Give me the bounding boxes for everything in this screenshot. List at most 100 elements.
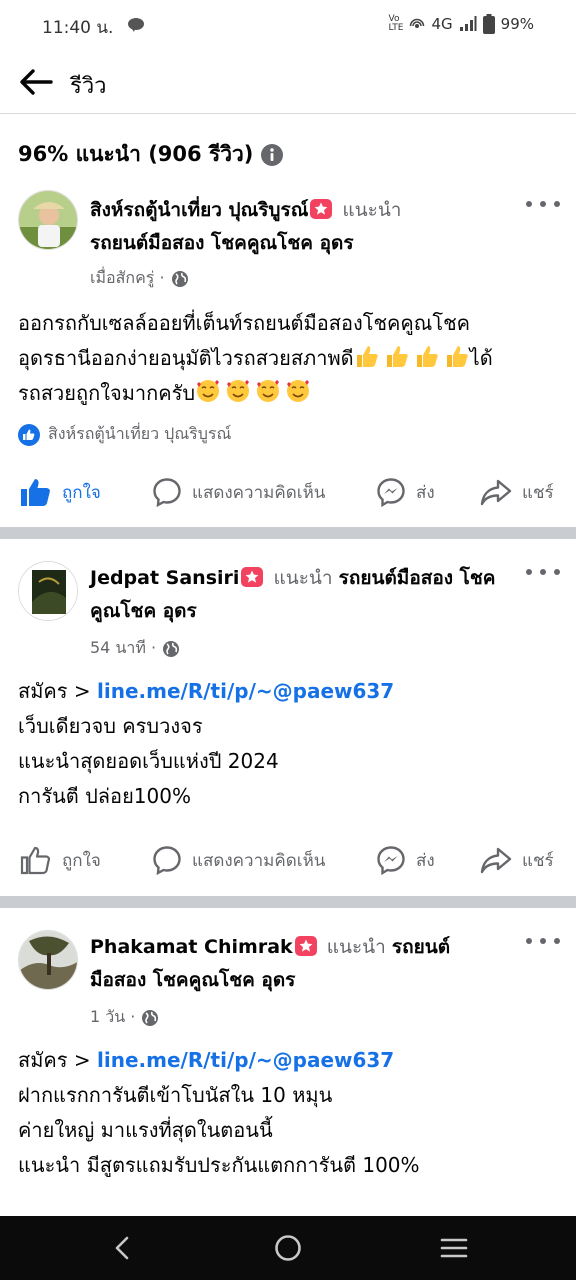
review-summary: 96% แนะนำ (906 รีวิว) bbox=[18, 138, 284, 171]
author-name[interactable]: สิงห์รถตู้นำเที่ยว ปุณริบูรณ์ bbox=[90, 199, 308, 221]
post-time[interactable]: เมื่อสักครู่ · bbox=[90, 266, 165, 291]
comment-button[interactable]: แสดงความคิดเห็น bbox=[152, 838, 325, 882]
recommends-label: แนะนำ bbox=[326, 936, 386, 958]
post-meta: 1 วัน · bbox=[90, 1005, 159, 1030]
volte-icon: Vo LTE bbox=[388, 14, 404, 33]
dot bbox=[554, 569, 560, 575]
network-type: 4G bbox=[431, 15, 453, 33]
page-name[interactable]: รถยนต์มือสอง โชคคูณโชค อุดร bbox=[90, 232, 354, 254]
body-line: แนะนำสุดยอดเว็บแห่งปี 2024 bbox=[18, 749, 279, 773]
author-name[interactable]: Jedpat Sansiri bbox=[90, 567, 239, 589]
send-button[interactable]: ส่ง bbox=[376, 838, 435, 882]
like-button[interactable]: ถูกใจ bbox=[20, 838, 101, 882]
like-reaction-icon bbox=[18, 423, 40, 446]
dot bbox=[554, 201, 560, 207]
body-line: ค่ายใหญ่ มาแรงที่สุดในตอนนี้ bbox=[18, 1118, 273, 1142]
nav-home-button[interactable] bbox=[272, 1232, 304, 1264]
post-separator bbox=[0, 527, 576, 539]
avatar[interactable] bbox=[18, 561, 78, 621]
body-line: การันตี ปล่อย100% bbox=[18, 784, 191, 808]
dot bbox=[526, 201, 532, 207]
page-title: รีวิว bbox=[70, 74, 107, 99]
globe-icon bbox=[171, 270, 188, 287]
comment-label: แสดงความคิดเห็น bbox=[192, 482, 326, 503]
like-button[interactable]: ถูกใจ bbox=[20, 470, 101, 514]
nav-back-button[interactable] bbox=[106, 1232, 138, 1264]
arrow-left-icon bbox=[20, 69, 53, 95]
page-name[interactable]: มือสอง โชคคูณโชค อุดร bbox=[90, 969, 295, 991]
recents-lines-icon bbox=[440, 1238, 468, 1258]
system-nav-bar bbox=[0, 1216, 576, 1280]
liked-by[interactable]: สิงห์รถตู้นำเที่ยว ปุณริบูรณ์ bbox=[18, 422, 231, 447]
avatar[interactable] bbox=[18, 930, 78, 990]
summary-text: 96% แนะนำ (906 รีวิว) bbox=[18, 142, 254, 166]
globe-icon bbox=[142, 1009, 159, 1026]
comment-button[interactable]: แสดงความคิดเห็น bbox=[152, 470, 325, 514]
thumbs-up-emoji-icon bbox=[354, 343, 470, 369]
more-options-button[interactable] bbox=[526, 194, 560, 214]
body-line: อุดรธานีออกง่ายอนุมัติไวรถสวยสภาพดี ได้ bbox=[18, 341, 562, 376]
action-bar: ถูกใจ แสดงความคิดเห็น ส่ง แชร์ bbox=[0, 470, 576, 514]
body-text: อุดรธานีออกง่ายอนุมัติไวรถสวยสภาพดี bbox=[18, 346, 354, 370]
post-body: ออกรถกับเซลล์ออยที่เต็นท์รถยนต์มือสองโชค… bbox=[18, 306, 562, 411]
dot bbox=[526, 938, 532, 944]
author-name[interactable]: Phakamat Chimrak bbox=[90, 936, 293, 958]
dot bbox=[554, 938, 560, 944]
post-time[interactable]: 54 นาที · bbox=[90, 636, 156, 661]
body-line: เว็บเดียวจบ ครบวงจร bbox=[18, 714, 203, 738]
post-separator bbox=[0, 896, 576, 908]
body-line: แนะนำ มีสูตรแถมรับประกันแตกการันตี 100% bbox=[18, 1153, 420, 1177]
post-body: สมัคร > line.me/R/ti/p/~@paew637 ฝากแรกก… bbox=[18, 1043, 562, 1183]
liker-name: สิงห์รถตู้นำเที่ยว ปุณริบูรณ์ bbox=[48, 424, 232, 443]
info-circle-icon[interactable] bbox=[261, 143, 284, 166]
share-button[interactable]: แชร์ bbox=[480, 838, 554, 882]
body-line: สมัคร > line.me/R/ti/p/~@paew637 bbox=[18, 1043, 562, 1078]
battery-level: 99% bbox=[500, 15, 534, 33]
like-label: ถูกใจ bbox=[62, 850, 101, 871]
body-prefix: สมัคร > bbox=[18, 679, 91, 703]
body-text: ได้ bbox=[469, 346, 493, 370]
nav-recents-button[interactable] bbox=[438, 1232, 470, 1264]
post-time[interactable]: 1 วัน · bbox=[90, 1005, 135, 1030]
action-bar: ถูกใจ แสดงความคิดเห็น ส่ง แชร์ bbox=[0, 838, 576, 882]
home-circle-icon bbox=[275, 1235, 301, 1261]
hotspot-icon bbox=[409, 16, 425, 32]
dot bbox=[540, 938, 546, 944]
share-button[interactable]: แชร์ bbox=[480, 470, 554, 514]
share-label: แชร์ bbox=[522, 850, 554, 871]
line-app-icon bbox=[128, 17, 144, 32]
recommends-label: แนะนำ bbox=[342, 199, 402, 221]
body-prefix: สมัคร > bbox=[18, 1048, 91, 1072]
more-options-button[interactable] bbox=[526, 931, 560, 951]
body-line: สมัคร > line.me/R/ti/p/~@paew637 bbox=[18, 674, 562, 709]
star-badge-icon bbox=[294, 936, 317, 956]
recommends-label: แนะนำ bbox=[273, 567, 333, 589]
page-name[interactable]: รถยนต์ bbox=[392, 936, 450, 958]
signal-icon bbox=[459, 16, 477, 32]
body-line: รถสวยถูกใจมากครับ bbox=[18, 376, 562, 411]
avatar[interactable] bbox=[18, 190, 78, 250]
dot bbox=[540, 569, 546, 575]
status-time: 11:40 น. bbox=[42, 18, 114, 38]
star-badge-icon bbox=[241, 567, 264, 587]
comment-label: แสดงความคิดเห็น bbox=[192, 850, 326, 871]
app-header: รีวิว bbox=[0, 50, 576, 114]
body-text: รถสวยถูกใจมากครับ bbox=[18, 381, 196, 405]
messenger-icon bbox=[377, 478, 405, 507]
more-options-button[interactable] bbox=[526, 562, 560, 582]
dot bbox=[526, 569, 532, 575]
body-line: ออกรถกับเซลล์ออยที่เต็นท์รถยนต์มือสองโชค… bbox=[18, 311, 471, 335]
back-chevron-icon bbox=[115, 1236, 129, 1260]
comment-bubble-icon bbox=[153, 846, 181, 875]
post-header: Jedpat Sansiri แนะนำ รถยนต์มือสอง โชคคูณ… bbox=[90, 562, 516, 628]
post-meta: เมื่อสักครู่ · bbox=[90, 266, 189, 291]
thumbs-up-outline-icon bbox=[20, 846, 51, 875]
star-badge-icon bbox=[310, 199, 333, 219]
line-link[interactable]: line.me/R/ti/p/~@paew637 bbox=[97, 679, 394, 703]
dot bbox=[540, 201, 546, 207]
line-link[interactable]: line.me/R/ti/p/~@paew637 bbox=[97, 1048, 394, 1072]
back-button[interactable] bbox=[16, 64, 56, 100]
battery-icon bbox=[482, 14, 495, 34]
post-header: สิงห์รถตู้นำเที่ยว ปุณริบูรณ์ แนะนำ รถยน… bbox=[90, 194, 516, 260]
send-button[interactable]: ส่ง bbox=[376, 470, 435, 514]
